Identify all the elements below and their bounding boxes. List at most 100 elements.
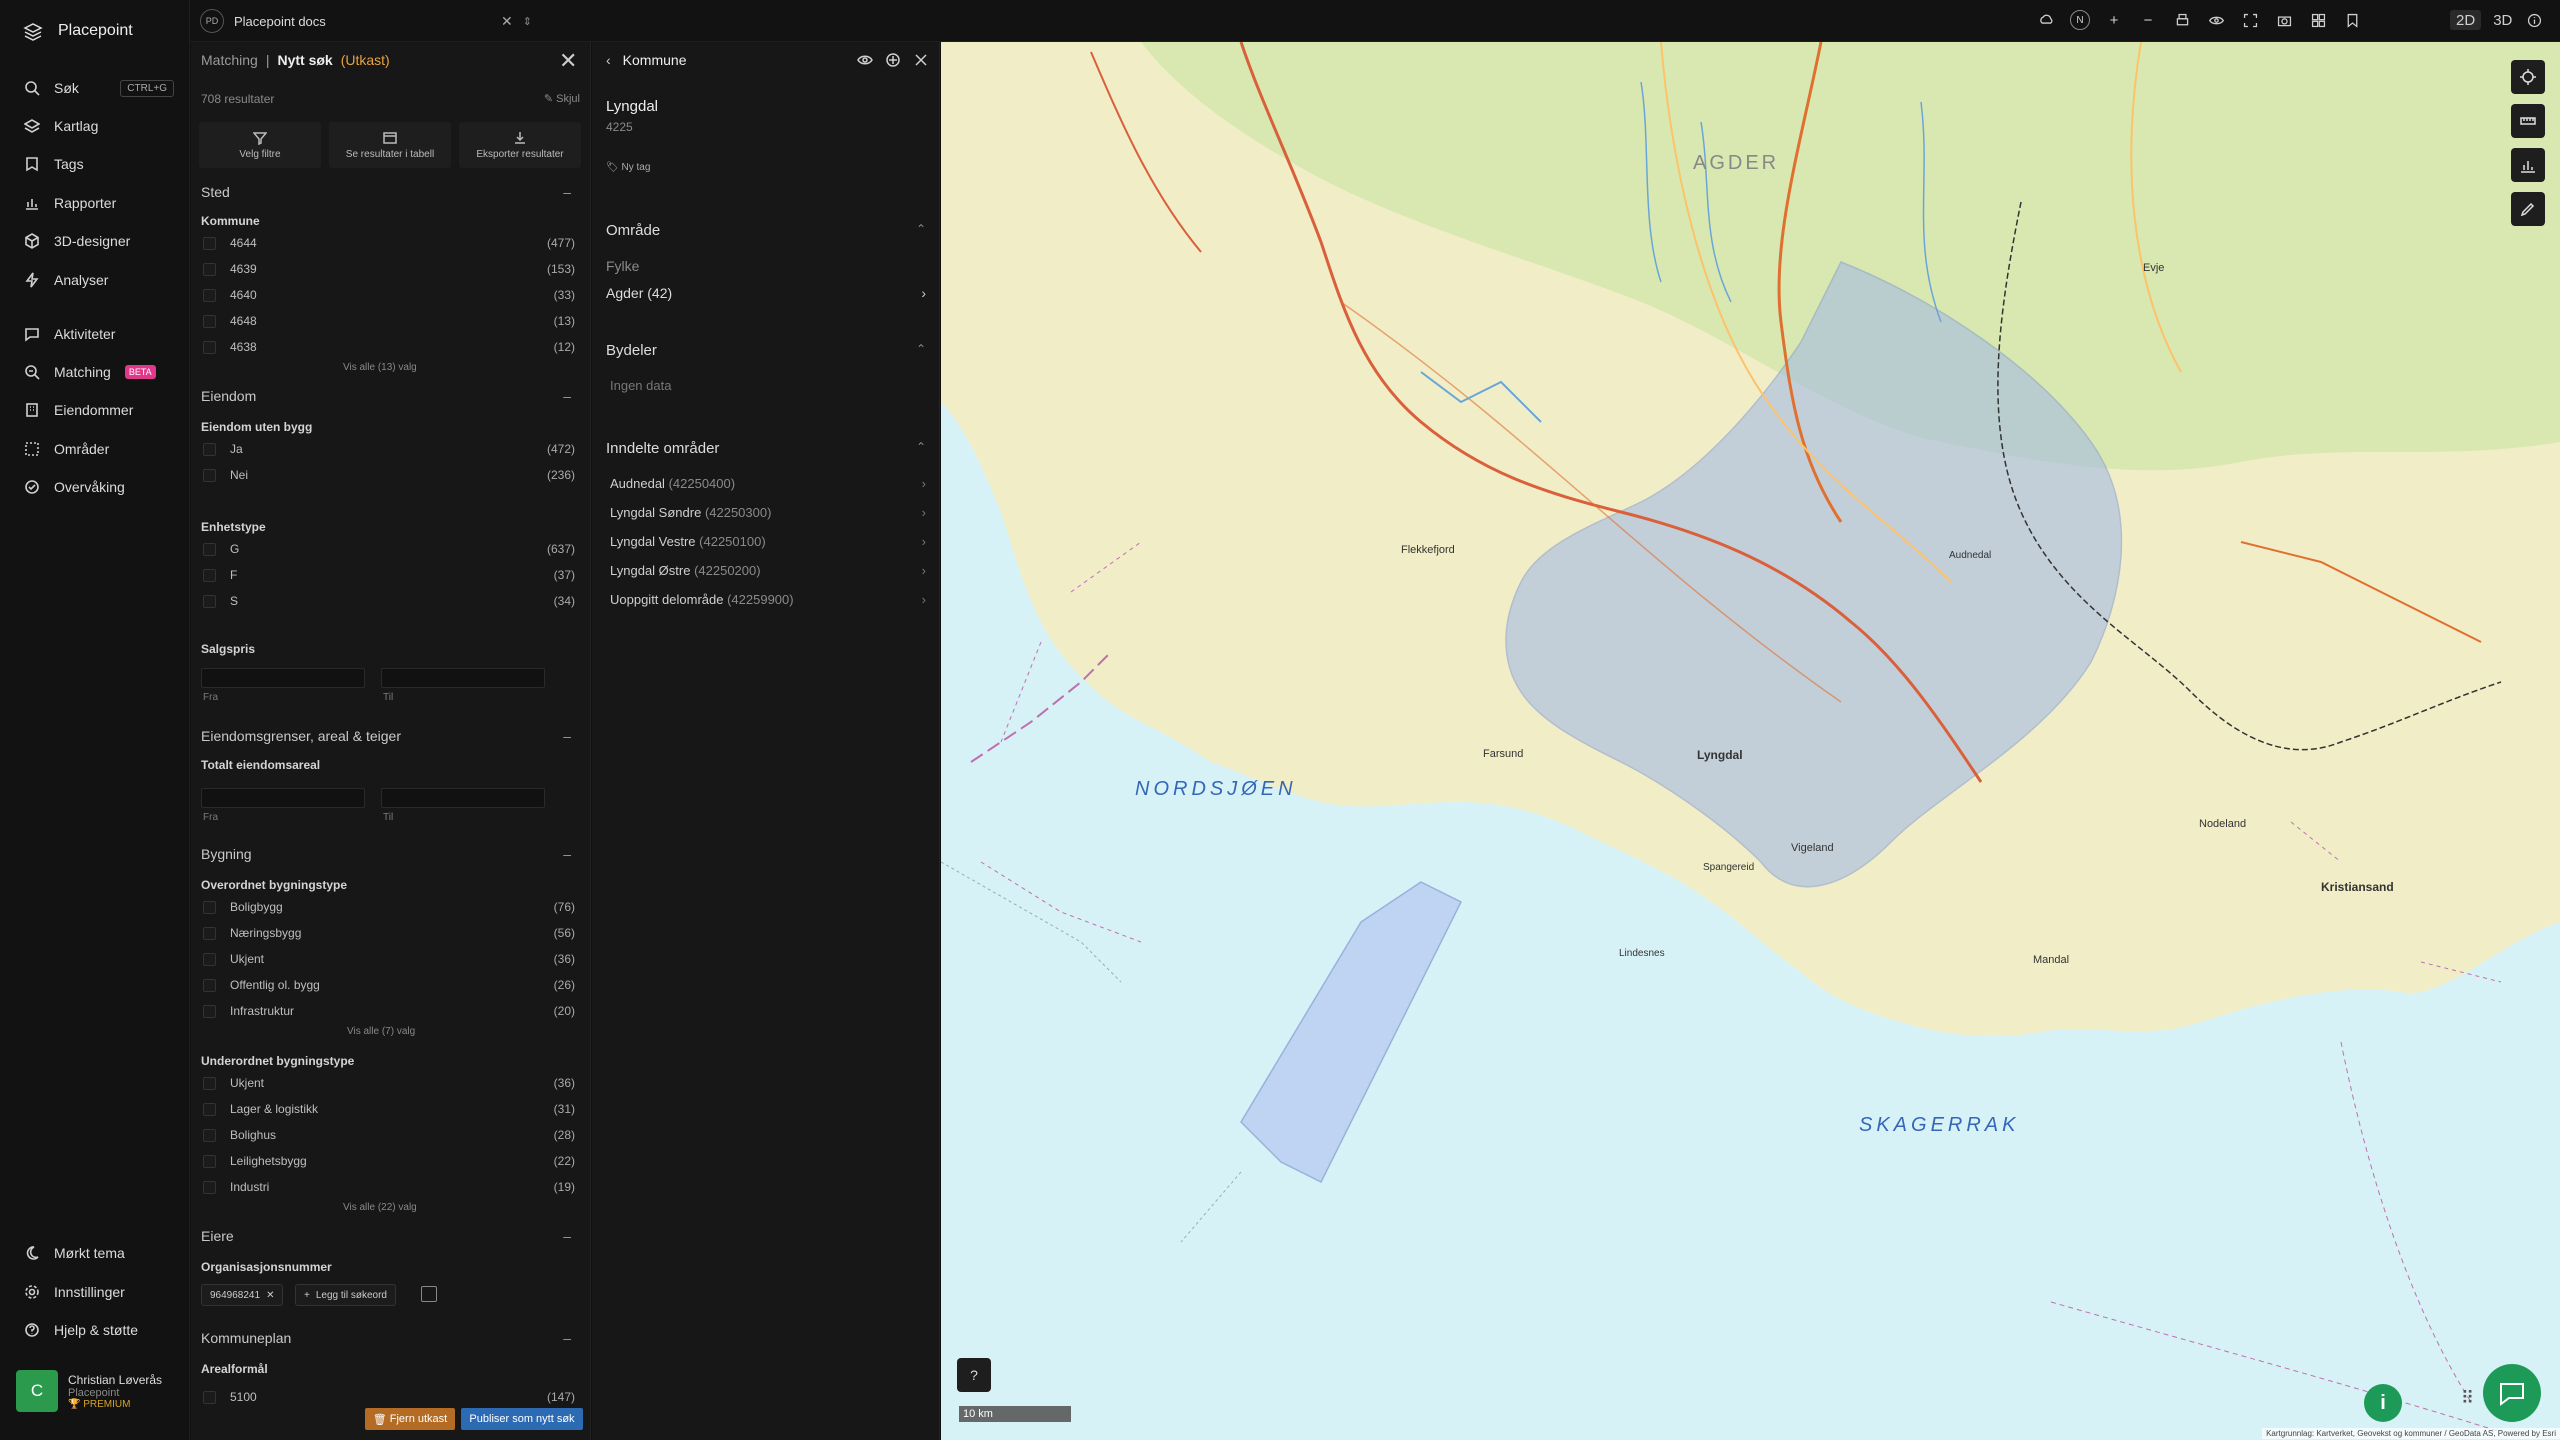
sidebar-item-kartlag[interactable]: Kartlag (24, 114, 174, 138)
checkbox[interactable] (203, 542, 216, 556)
checkbox[interactable] (203, 262, 216, 276)
sidebar-item-3d[interactable]: 3D-designer (24, 229, 174, 253)
subarea-item[interactable]: Lyngdal Østre (42250200) › (610, 563, 926, 578)
filter-option[interactable]: Offentlig ol. bygg (26) (201, 976, 575, 994)
user-profile[interactable]: C Christian Løverås Placepoint 🏆 PREMIUM (16, 1370, 186, 1412)
fylke-value[interactable]: Agder (42) › (606, 285, 926, 301)
camera-icon[interactable] (2274, 10, 2294, 30)
show-all-kommune[interactable]: Vis alle (13) valg (343, 362, 417, 373)
eye-icon[interactable] (2206, 10, 2226, 30)
salgspris-to-input[interactable] (381, 668, 545, 688)
checkbox[interactable] (203, 1004, 216, 1018)
sidebar-item-aktiviteter[interactable]: Aktiviteter (24, 322, 174, 346)
checkbox[interactable] (203, 236, 216, 250)
close-icon[interactable] (913, 52, 929, 68)
filter-option[interactable]: Ukjent (36) (201, 1074, 575, 1092)
checkbox[interactable] (203, 340, 216, 354)
checkbox[interactable] (203, 288, 216, 302)
sidebar-item-rapporter[interactable]: Rapporter (24, 191, 174, 215)
back-icon[interactable]: ‹ (606, 52, 611, 68)
mode-2d-button[interactable]: 2D (2450, 10, 2482, 30)
close-doc-icon[interactable]: ✕ (501, 13, 513, 30)
sidebar-item-search[interactable]: Søk CTRL+G (24, 76, 174, 100)
section-omrade[interactable]: Område ⌃ (606, 222, 926, 239)
filter-option[interactable]: F (37) (201, 566, 575, 584)
filter-option[interactable]: G (637) (201, 540, 575, 558)
grid-icon[interactable] (2308, 10, 2328, 30)
remove-chip-icon[interactable]: ✕ (266, 1290, 274, 1301)
orgnr-chip[interactable]: 964968241 ✕ (201, 1284, 284, 1306)
publish-button[interactable]: Publiser som nytt søk (461, 1408, 583, 1430)
bookmark-icon[interactable] (2342, 10, 2362, 30)
sidebar-item-analyser[interactable]: Analyser (24, 268, 174, 292)
checkbox[interactable] (203, 1128, 216, 1142)
section-grenser[interactable]: Eiendomsgrenser, areal & teiger – (201, 728, 581, 744)
compass-icon[interactable]: N (2070, 10, 2090, 30)
section-bydeler[interactable]: Bydeler ⌃ (606, 342, 926, 359)
section-sted[interactable]: Sted – (201, 184, 581, 200)
checkbox[interactable] (203, 1180, 216, 1194)
map-tool-location[interactable] (2511, 60, 2545, 94)
areal-to-input[interactable] (381, 788, 545, 808)
sidebar-item-settings[interactable]: Innstillinger (24, 1280, 174, 1304)
subarea-item[interactable]: Lyngdal Søndre (42250300) › (610, 505, 926, 520)
eye-icon[interactable] (857, 52, 873, 68)
map-tool-chart[interactable] (2511, 148, 2545, 182)
checkbox[interactable] (203, 952, 216, 966)
filter-option[interactable]: S (34) (201, 592, 575, 610)
filter-option[interactable]: Industri (19) (201, 1178, 575, 1196)
filter-option[interactable]: Leilighetsbygg (22) (201, 1152, 575, 1170)
map-tool-measure[interactable] (2511, 104, 2545, 138)
filter-option[interactable]: 4638 (12) (201, 338, 575, 356)
add-keyword-button[interactable]: + Legg til søkeord (295, 1284, 396, 1306)
remove-draft-button[interactable]: 🗑 Fjern utkast (365, 1408, 455, 1430)
filter-option[interactable]: Infrastruktur (20) (201, 1002, 575, 1020)
checkbox[interactable] (203, 900, 216, 914)
subarea-item[interactable]: Lyngdal Vestre (42250100) › (610, 534, 926, 549)
sidebar-item-overvaking[interactable]: Overvåking (24, 475, 174, 499)
sidebar-item-omrader[interactable]: Områder (24, 437, 174, 461)
sidebar-item-matching[interactable]: Matching BETA (24, 360, 184, 384)
chat-button[interactable] (2483, 1364, 2541, 1422)
app-logo[interactable]: Placepoint (22, 20, 133, 42)
checkbox[interactable] (203, 978, 216, 992)
filter-option[interactable]: Ukjent (36) (201, 950, 575, 968)
show-all-overordnet[interactable]: Vis alle (7) valg (347, 1026, 415, 1037)
map-canvas[interactable]: AGDER NORDSJØEN SKAGERRAK Lyngdal Kristi… (941, 42, 2560, 1440)
filter-option[interactable]: 5100 (147) (201, 1388, 575, 1406)
filter-option[interactable]: Næringsbygg (56) (201, 924, 575, 942)
filter-option[interactable]: 4644 (477) (201, 234, 575, 252)
show-all-underordnet[interactable]: Vis alle (22) valg (343, 1202, 417, 1213)
subarea-item[interactable]: Audnedal (42250400) › (610, 476, 926, 491)
new-tag-button[interactable]: 🏷 Ny tag (606, 162, 650, 173)
table-view-button[interactable]: Se resultater i tabell (329, 122, 451, 168)
section-bygning[interactable]: Bygning – (201, 846, 581, 862)
close-icon[interactable]: ✕ (559, 50, 577, 72)
checkbox[interactable] (203, 442, 216, 456)
section-eiere[interactable]: Eiere – (201, 1228, 581, 1244)
sidebar-item-eiendommer[interactable]: Eiendommer (24, 398, 174, 422)
checkbox[interactable] (203, 1102, 216, 1116)
checkbox[interactable] (203, 468, 216, 482)
filter-option[interactable]: 4648 (13) (201, 312, 575, 330)
section-inndelte[interactable]: Inndelte områder ⌃ (606, 440, 926, 457)
hide-button[interactable]: ✎ Skjul (544, 92, 580, 105)
areal-from-input[interactable] (201, 788, 365, 808)
export-button[interactable]: Eksporter resultater (459, 122, 581, 168)
filter-option[interactable]: Lager & logistikk (31) (201, 1100, 575, 1118)
map-tool-draw[interactable] (2511, 192, 2545, 226)
info-icon[interactable] (2524, 10, 2544, 30)
filter-option[interactable]: 4640 (33) (201, 286, 575, 304)
mode-3d-button[interactable]: 3D (2493, 10, 2512, 30)
zoom-out-icon[interactable]: − (2138, 10, 2158, 30)
filter-option[interactable]: 4639 (153) (201, 260, 575, 278)
print-icon[interactable] (2172, 10, 2192, 30)
checkbox[interactable] (203, 314, 216, 328)
checkbox[interactable] (203, 1390, 216, 1404)
checkbox[interactable] (203, 594, 216, 608)
document-tab[interactable]: PD Placepoint docs ✕ ⇕ (200, 8, 532, 34)
weather-icon[interactable] (2036, 10, 2056, 30)
target-icon[interactable] (885, 52, 901, 68)
drag-handle-icon[interactable]: ⠿ (2461, 1388, 2474, 1409)
section-eiendom[interactable]: Eiendom – (201, 388, 581, 404)
